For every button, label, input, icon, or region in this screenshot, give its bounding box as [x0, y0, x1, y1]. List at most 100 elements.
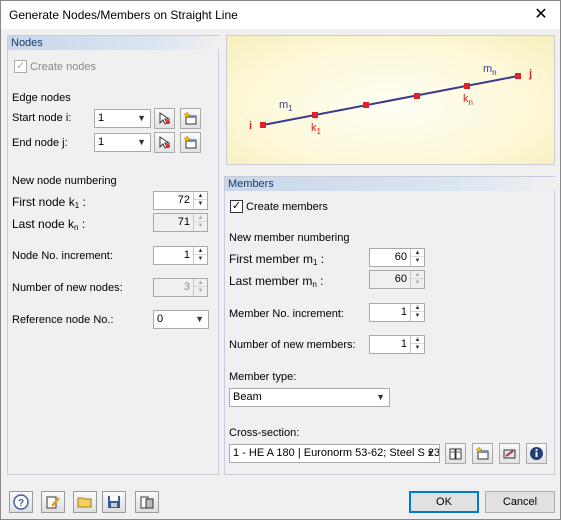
new-node-icon	[183, 135, 197, 149]
last-member-sub: n	[312, 280, 317, 289]
open-button[interactable]	[73, 491, 97, 513]
pick-end-node-button[interactable]	[154, 132, 175, 153]
first-member-value: 60	[394, 251, 407, 263]
first-node-text: First node k	[12, 195, 75, 209]
member-increment-label: Member No. increment:	[229, 308, 344, 320]
member-type-select[interactable]: Beam ▼	[229, 388, 390, 407]
label-kn-sub: n	[469, 98, 473, 107]
label-m1-sub: 1	[288, 104, 293, 113]
save-icon	[108, 496, 120, 508]
ok-button[interactable]: OK	[409, 491, 479, 513]
last-node-label: Last node kn :	[12, 217, 86, 232]
node-k2	[363, 102, 369, 108]
reference-node-select[interactable]: 0 ▼	[153, 310, 209, 329]
last-node-text: Last node k	[12, 217, 75, 231]
start-node-select[interactable]: 1 ▼	[94, 109, 151, 128]
member-increment-value: 1	[400, 306, 407, 318]
info-icon	[530, 447, 543, 460]
first-member-sub: 1	[313, 258, 318, 267]
spinner-icon[interactable]: ▲ ▼	[193, 192, 207, 209]
create-members-checkbox[interactable]: ✓ Create members	[230, 200, 328, 213]
create-nodes-checkbox: ✓ Create nodes	[14, 60, 96, 73]
member-type-label: Member type:	[229, 371, 297, 383]
edit-icon	[46, 496, 60, 509]
member-line	[262, 75, 519, 126]
svg-text:?: ?	[18, 498, 24, 509]
new-node-button[interactable]	[180, 108, 201, 129]
node-increment-value: 1	[183, 249, 190, 261]
chevron-down-icon: ▼	[376, 392, 385, 402]
node-increment-input[interactable]: 1 ▲ ▼	[153, 246, 208, 265]
title-bar: Generate Nodes/Members on Straight Line …	[1, 1, 560, 29]
cross-section-label: Cross-section:	[229, 427, 300, 439]
label-k1-sub: 1	[317, 127, 322, 136]
spinner-icon[interactable]: ▲ ▼	[193, 247, 207, 264]
pick-node-button[interactable]	[154, 108, 175, 129]
pick-node-icon	[159, 136, 171, 149]
label-mn-sub: n	[492, 68, 496, 77]
last-node-input: 71 ▲ ▼	[153, 213, 208, 232]
close-icon[interactable]: ✕	[530, 4, 552, 26]
label-mn: mn	[483, 63, 497, 77]
first-member-input[interactable]: 60 ▲ ▼	[369, 248, 425, 267]
first-node-input[interactable]: 72 ▲ ▼	[153, 191, 208, 210]
label-kn: kn	[463, 93, 473, 107]
dialog-window: Generate Nodes/Members on Straight Line …	[0, 0, 561, 520]
node-k1	[312, 112, 318, 118]
reference-node-label: Reference node No.:	[12, 314, 114, 326]
clipboard-icon	[140, 496, 154, 509]
end-node-select[interactable]: 1 ▼	[94, 133, 151, 152]
label-k1: k1	[311, 122, 322, 136]
spinner-icon: ▲ ▼	[193, 279, 207, 296]
node-i	[260, 122, 266, 128]
new-section-button[interactable]	[472, 443, 493, 464]
spinner-icon[interactable]: ▲ ▼	[410, 249, 424, 266]
spinner-icon[interactable]: ▲ ▼	[410, 336, 424, 353]
checkmark-icon: ✓	[14, 60, 27, 73]
cross-section-value: 1 - HE A 180 | Euronorm 53-62; Steel S 2…	[233, 447, 439, 459]
last-member-value: 60	[394, 273, 407, 285]
new-node-numbering-label: New node numbering	[12, 175, 117, 187]
new-end-node-button[interactable]	[180, 132, 201, 153]
last-node-sub: n	[74, 223, 79, 232]
preview-svg: i j k1 kn m1 mn	[249, 63, 532, 136]
label-i: i	[249, 120, 252, 132]
end-node-label: End node j:	[12, 137, 68, 149]
start-node-label: Start node i:	[12, 112, 72, 124]
last-member-label: Last member mn :	[229, 274, 324, 289]
spinner-icon: ▲ ▼	[193, 214, 207, 231]
spinner-icon[interactable]: ▲ ▼	[410, 304, 424, 321]
pick-node-icon	[159, 112, 171, 125]
edit-section-icon	[503, 449, 516, 459]
last-node-value: 71	[177, 216, 190, 228]
node-increment-label: Node No. increment:	[12, 250, 113, 262]
library-icon	[449, 448, 462, 460]
first-member-label: First member m1 :	[229, 252, 325, 267]
first-node-sub: 1	[74, 201, 80, 210]
label-m1-text: m	[279, 99, 288, 111]
clipboard-button[interactable]	[135, 491, 159, 513]
number-new-members-input[interactable]: 1 ▲ ▼	[369, 335, 425, 354]
save-button[interactable]	[102, 491, 126, 513]
window-title: Generate Nodes/Members on Straight Line	[9, 8, 238, 22]
node-j	[515, 73, 521, 79]
number-new-nodes-value: 3	[183, 281, 190, 293]
cancel-button[interactable]: Cancel	[485, 491, 555, 513]
edit-button[interactable]	[41, 491, 65, 513]
library-button[interactable]	[445, 443, 466, 464]
last-member-text: Last member m	[229, 274, 313, 288]
info-button[interactable]	[526, 443, 547, 464]
member-type-value: Beam	[233, 391, 262, 403]
new-node-icon	[183, 111, 197, 125]
chevron-down-icon: ▼	[195, 314, 204, 324]
first-member-text: First member m	[229, 252, 313, 266]
label-m1: m1	[279, 99, 293, 113]
new-member-numbering-label: New member numbering	[229, 232, 350, 244]
bottom-bar: ? OK Cancel	[1, 479, 560, 519]
member-increment-input[interactable]: 1 ▲ ▼	[369, 303, 425, 322]
first-node-value: 72	[177, 194, 190, 206]
edit-section-button[interactable]	[499, 443, 520, 464]
help-button[interactable]: ?	[9, 491, 33, 513]
help-icon: ?	[13, 494, 29, 510]
cross-section-select[interactable]: 1 - HE A 180 | Euronorm 53-62; Steel S 2…	[229, 444, 440, 463]
